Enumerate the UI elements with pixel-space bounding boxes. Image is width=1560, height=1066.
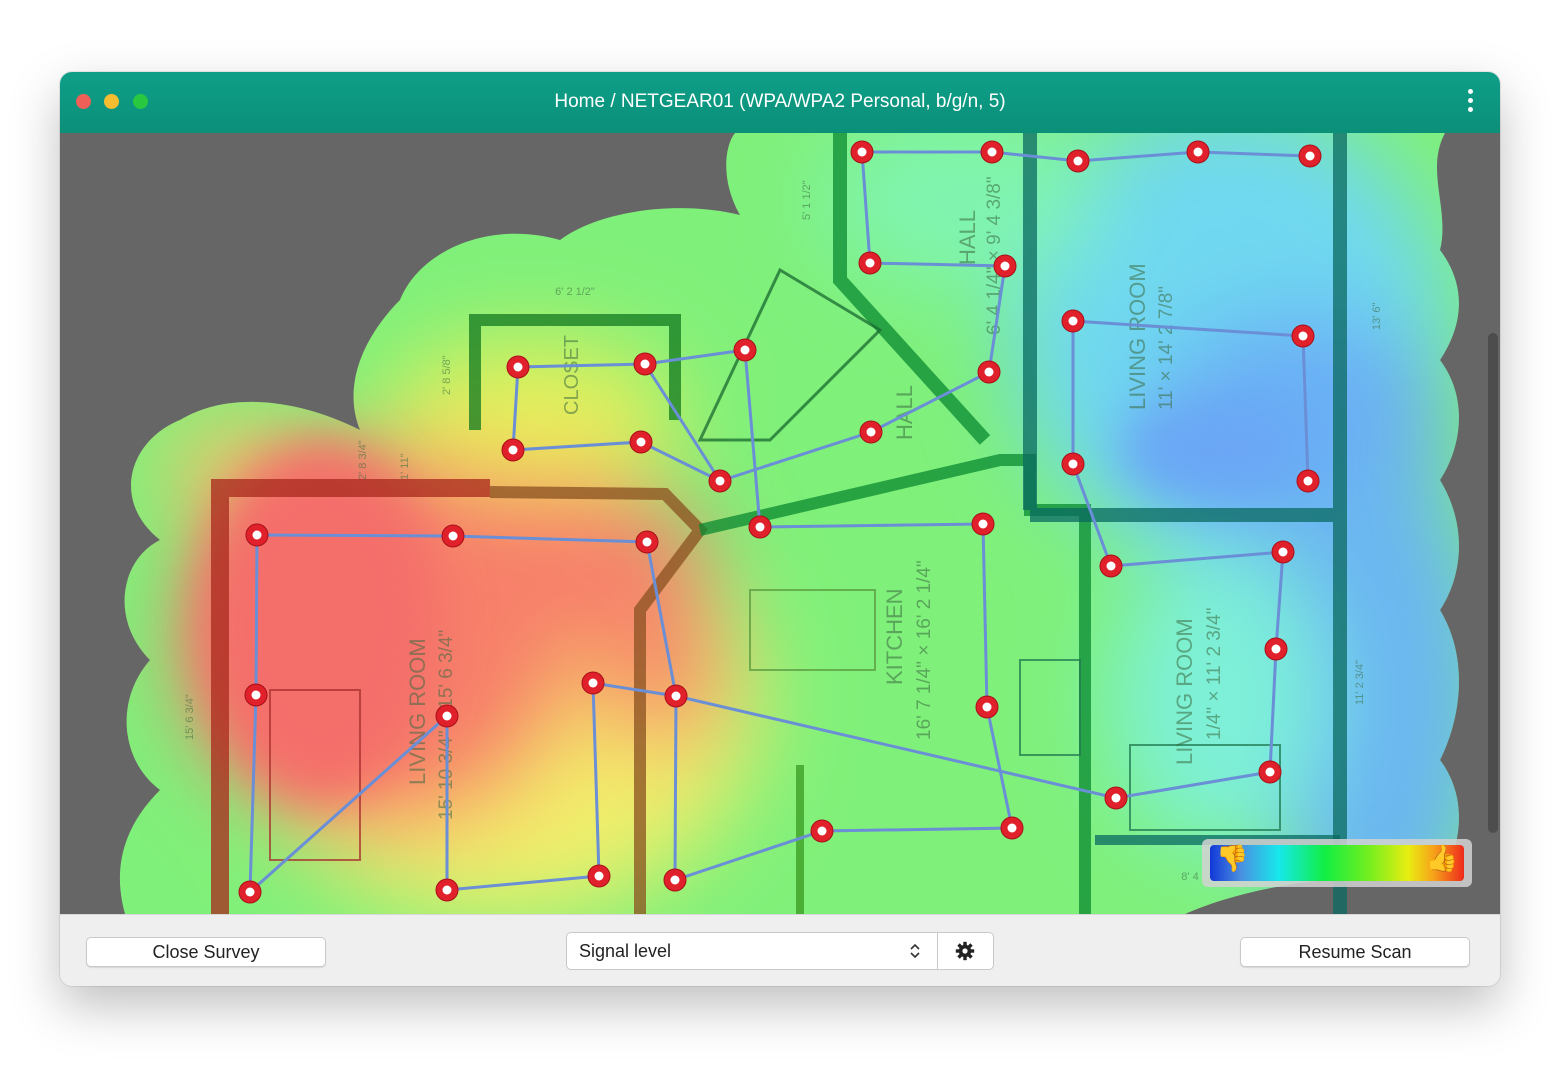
- survey-point[interactable]: [1061, 309, 1085, 333]
- floorplan-label-closet: CLOSET: [561, 335, 583, 415]
- window-title: Home / NETGEAR01 (WPA/WPA2 Personal, b/g…: [554, 91, 1006, 112]
- survey-point[interactable]: [850, 140, 874, 164]
- gear-icon: [955, 941, 975, 961]
- survey-point[interactable]: [858, 251, 882, 275]
- survey-point[interactable]: [1066, 149, 1090, 173]
- floorplan-label-living-right-top: LIVING ROOM: [1125, 263, 1150, 410]
- vertical-scrollbar[interactable]: [1488, 333, 1498, 833]
- survey-point[interactable]: [1296, 469, 1320, 493]
- survey-point[interactable]: [581, 671, 605, 695]
- survey-point[interactable]: [1186, 140, 1210, 164]
- signal-legend: 👎 👍: [1202, 839, 1472, 887]
- survey-point[interactable]: [1000, 816, 1024, 840]
- heatmap-canvas[interactable]: HALL 6' 4 1/4" × 9' 4 3/8" HALL LIVING ROOM…: [60, 133, 1500, 914]
- floorplan-label-living-right-bottom: LIVING ROOM: [1172, 618, 1197, 765]
- survey-point[interactable]: [975, 695, 999, 719]
- floorplan-label-dim-stairs: 5' 1 1/2": [801, 180, 813, 220]
- survey-point[interactable]: [980, 140, 1004, 164]
- floorplan-label-living-left: LIVING ROOM: [405, 638, 430, 785]
- floorplan-label-kitchen: KITCHEN: [882, 588, 907, 685]
- floorplan-label-hall-top: HALL: [955, 210, 980, 265]
- survey-point[interactable]: [244, 683, 268, 707]
- survey-point[interactable]: [1271, 540, 1295, 564]
- survey-point[interactable]: [587, 864, 611, 888]
- resume-scan-button[interactable]: Resume Scan: [1240, 937, 1470, 967]
- floorplan-label-kitchen-dims: 16' 7 1/4" × 16' 2 1/4": [914, 560, 935, 740]
- survey-point[interactable]: [1264, 637, 1288, 661]
- floorplan-label-dim-closet-side: 2' 8 5/8": [441, 355, 453, 395]
- survey-point[interactable]: [238, 880, 262, 904]
- thumbs-up-icon: 👍: [1425, 843, 1458, 873]
- survey-point[interactable]: [993, 254, 1017, 278]
- survey-point[interactable]: [1061, 452, 1085, 476]
- survey-point[interactable]: [859, 420, 883, 444]
- survey-point[interactable]: [1298, 144, 1322, 168]
- survey-point[interactable]: [1104, 786, 1128, 810]
- floorplan-label-dim-hall-side: 2' 8 3/4": [357, 440, 369, 480]
- survey-point[interactable]: [435, 878, 459, 902]
- survey-point[interactable]: [748, 515, 772, 539]
- survey-point[interactable]: [810, 819, 834, 843]
- floorplan-label-dim-right-bottom: 11' 2 3/4": [1354, 660, 1366, 705]
- survey-point[interactable]: [663, 868, 687, 892]
- visualization-select[interactable]: Signal level: [566, 932, 938, 970]
- more-vertical-icon[interactable]: [1468, 89, 1474, 116]
- signal-heatmap: [119, 133, 1459, 914]
- survey-point[interactable]: [1291, 324, 1315, 348]
- survey-point[interactable]: [506, 355, 530, 379]
- survey-point[interactable]: [633, 352, 657, 376]
- visualization-select-value: Signal level: [579, 941, 672, 961]
- close-survey-button[interactable]: Close Survey: [86, 937, 326, 967]
- floorplan-label-dim-closet: 6' 2 1/2": [555, 286, 595, 298]
- survey-point[interactable]: [441, 524, 465, 548]
- bottom-toolbar: Close Survey Signal level Resume Scan: [60, 914, 1500, 986]
- floorplan-label-living-right-top-dims: 11' × 14' 2 7/8": [1156, 286, 1177, 410]
- thumbs-down-icon: 👎: [1216, 843, 1249, 873]
- app-window: Home / NETGEAR01 (WPA/WPA2 Personal, b/g…: [60, 72, 1500, 986]
- survey-point[interactable]: [708, 469, 732, 493]
- survey-point[interactable]: [1258, 760, 1282, 784]
- survey-point[interactable]: [977, 360, 1001, 384]
- survey-point[interactable]: [245, 523, 269, 547]
- floorplan-label-dim-left: 15' 6 3/4": [184, 694, 196, 740]
- survey-point[interactable]: [635, 530, 659, 554]
- survey-point[interactable]: [664, 684, 688, 708]
- survey-point[interactable]: [971, 512, 995, 536]
- heatmap-svg: HALL 6' 4 1/4" × 9' 4 3/8"HALLLIVING ROOM…: [119, 133, 1459, 914]
- survey-point[interactable]: [629, 430, 653, 454]
- floorplan-label-dim-door: 1' 11": [399, 453, 411, 480]
- floorplan-label-hall-mid: HALL: [892, 385, 917, 440]
- settings-button[interactable]: [937, 932, 994, 970]
- updown-chevron-icon: [910, 943, 920, 959]
- survey-point[interactable]: [435, 704, 459, 728]
- survey-point[interactable]: [1099, 554, 1123, 578]
- floorplan-label-living-right-bottom-dims: 1/4" × 11' 2 3/4": [1204, 608, 1225, 740]
- title-bar: Home / NETGEAR01 (WPA/WPA2 Personal, b/g…: [60, 72, 1500, 133]
- survey-point[interactable]: [733, 338, 757, 362]
- survey-point[interactable]: [501, 438, 525, 462]
- floorplan-label-dim-right: 13' 6": [1371, 302, 1383, 330]
- floorplan-label-dim-bottom: 8' 4: [1181, 871, 1198, 883]
